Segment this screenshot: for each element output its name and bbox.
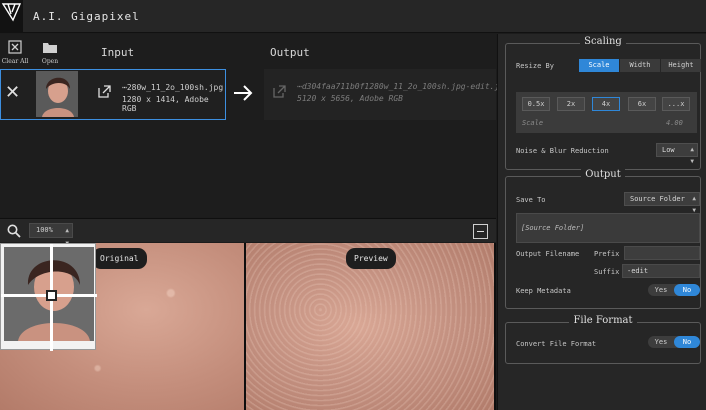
noise-blur-value: Low <box>662 146 675 154</box>
scale-option-0-5x[interactable]: 0.5x <box>522 97 550 111</box>
app-title: A.I. Gigapixel <box>33 10 140 23</box>
file-list-panel: Clear All Open Input Output ✕ ⋯280w_11_2… <box>0 34 509 217</box>
prefix-label: Prefix <box>594 250 620 258</box>
clear-all-icon <box>8 40 22 54</box>
collapse-preview-button[interactable] <box>473 224 488 239</box>
input-file-meta: 1280 x 1414, Adobe RGB <box>122 95 209 113</box>
convert-format-label: Convert File Format <box>516 340 597 348</box>
convert-yes-option[interactable]: Yes <box>648 336 674 348</box>
output-filename-label: Output Filename <box>516 250 580 258</box>
scale-option-2x[interactable]: 2x <box>557 97 585 111</box>
save-to-select[interactable]: Source Folder ▲ ▼ <box>624 192 700 214</box>
input-file-name: ⋯280w_11_2o_100sh.jpg <box>122 83 224 92</box>
suffix-label: Suffix <box>594 268 620 276</box>
open-label: Open <box>41 58 59 65</box>
convert-no-option[interactable]: No <box>674 336 700 348</box>
zoom-bar: 100% ▲▼ <box>0 218 496 247</box>
zoom-level-value: 100% <box>36 226 53 234</box>
scale-options-box: 0.5x 2x 4x 6x ...x Scale 4.00 <box>516 92 697 133</box>
suffix-input[interactable]: -edit <box>622 264 700 278</box>
search-icon[interactable] <box>7 224 21 238</box>
original-label: Original <box>92 248 147 269</box>
scale-option-custom[interactable]: ...x <box>662 97 690 111</box>
title-bar: A.I. Gigapixel <box>0 0 706 33</box>
scale-value: 4.00 <box>666 119 683 127</box>
remove-file-icon[interactable]: ✕ <box>5 83 20 103</box>
scale-option-6x[interactable]: 6x <box>628 97 656 111</box>
keep-metadata-label: Keep Metadata <box>516 287 571 295</box>
viewport-handle[interactable] <box>46 290 57 301</box>
output-column-header: Output <box>270 46 310 59</box>
metadata-no-option[interactable]: No <box>674 284 700 296</box>
scale-caption: Scale <box>522 119 544 127</box>
clear-all-button[interactable]: Clear All <box>0 40 30 65</box>
zoom-level-select[interactable]: 100% ▲▼ <box>29 223 73 247</box>
resize-mode-height[interactable]: Height <box>661 59 701 72</box>
output-group: Output Save To Source Folder ▲ ▼ [Source … <box>505 169 701 309</box>
resize-mode-scale[interactable]: Scale <box>579 59 619 72</box>
output-file-row[interactable]: ⋯d304faa711b0f1280w_11_2o_100sh.jpg-edit… <box>264 69 509 120</box>
app-logo-icon <box>0 0 23 33</box>
metadata-yes-option[interactable]: Yes <box>648 284 674 296</box>
preview-label: Preview <box>346 248 396 269</box>
keep-metadata-toggle[interactable]: Yes No <box>648 284 700 296</box>
prefix-input[interactable] <box>624 246 700 260</box>
open-external-icon[interactable] <box>98 85 111 98</box>
output-file-meta: 5120 x 5656, Adobe RGB <box>297 94 403 103</box>
preview-area: Original Preview <box>0 243 496 410</box>
file-format-group: File Format Convert File Format Yes No <box>505 315 701 364</box>
arrow-right-icon <box>234 85 253 101</box>
save-to-value: Source Folder <box>630 195 685 203</box>
clear-all-label: Clear All <box>1 58 29 65</box>
noise-blur-select[interactable]: Low ▲ ▼ <box>656 143 698 165</box>
output-path-field[interactable]: [Source Folder] <box>516 213 700 243</box>
open-external-icon[interactable] <box>273 85 286 98</box>
navigator-thumbnail[interactable] <box>0 243 97 351</box>
scaling-group: Scaling Resize By Scale Width Height 0.5… <box>505 36 701 170</box>
spinner-icon: ▲▼ <box>690 146 694 165</box>
file-format-title: File Format <box>569 315 637 326</box>
resize-mode-width[interactable]: Width <box>620 59 660 72</box>
save-to-label: Save To <box>516 196 546 204</box>
output-title: Output <box>581 169 625 180</box>
resize-by-label: Resize By <box>516 62 554 70</box>
scale-option-4x[interactable]: 4x <box>592 97 620 111</box>
open-button[interactable]: Open <box>35 40 65 65</box>
input-thumbnail <box>36 71 78 117</box>
noise-blur-label: Noise & Blur Reduction <box>516 147 609 155</box>
output-file-name: ⋯d304faa711b0f1280w_11_2o_100sh.jpg-edit… <box>297 82 509 91</box>
input-file-row[interactable]: ✕ ⋯280w_11_2o_100sh.jpg 1280 x 1414, Ado… <box>0 69 226 120</box>
scaling-title: Scaling <box>580 36 626 47</box>
convert-format-toggle[interactable]: Yes No <box>648 336 700 348</box>
settings-panel: Scaling Resize By Scale Width Height 0.5… <box>497 34 706 410</box>
folder-icon <box>43 43 57 53</box>
input-column-header: Input <box>101 46 135 59</box>
